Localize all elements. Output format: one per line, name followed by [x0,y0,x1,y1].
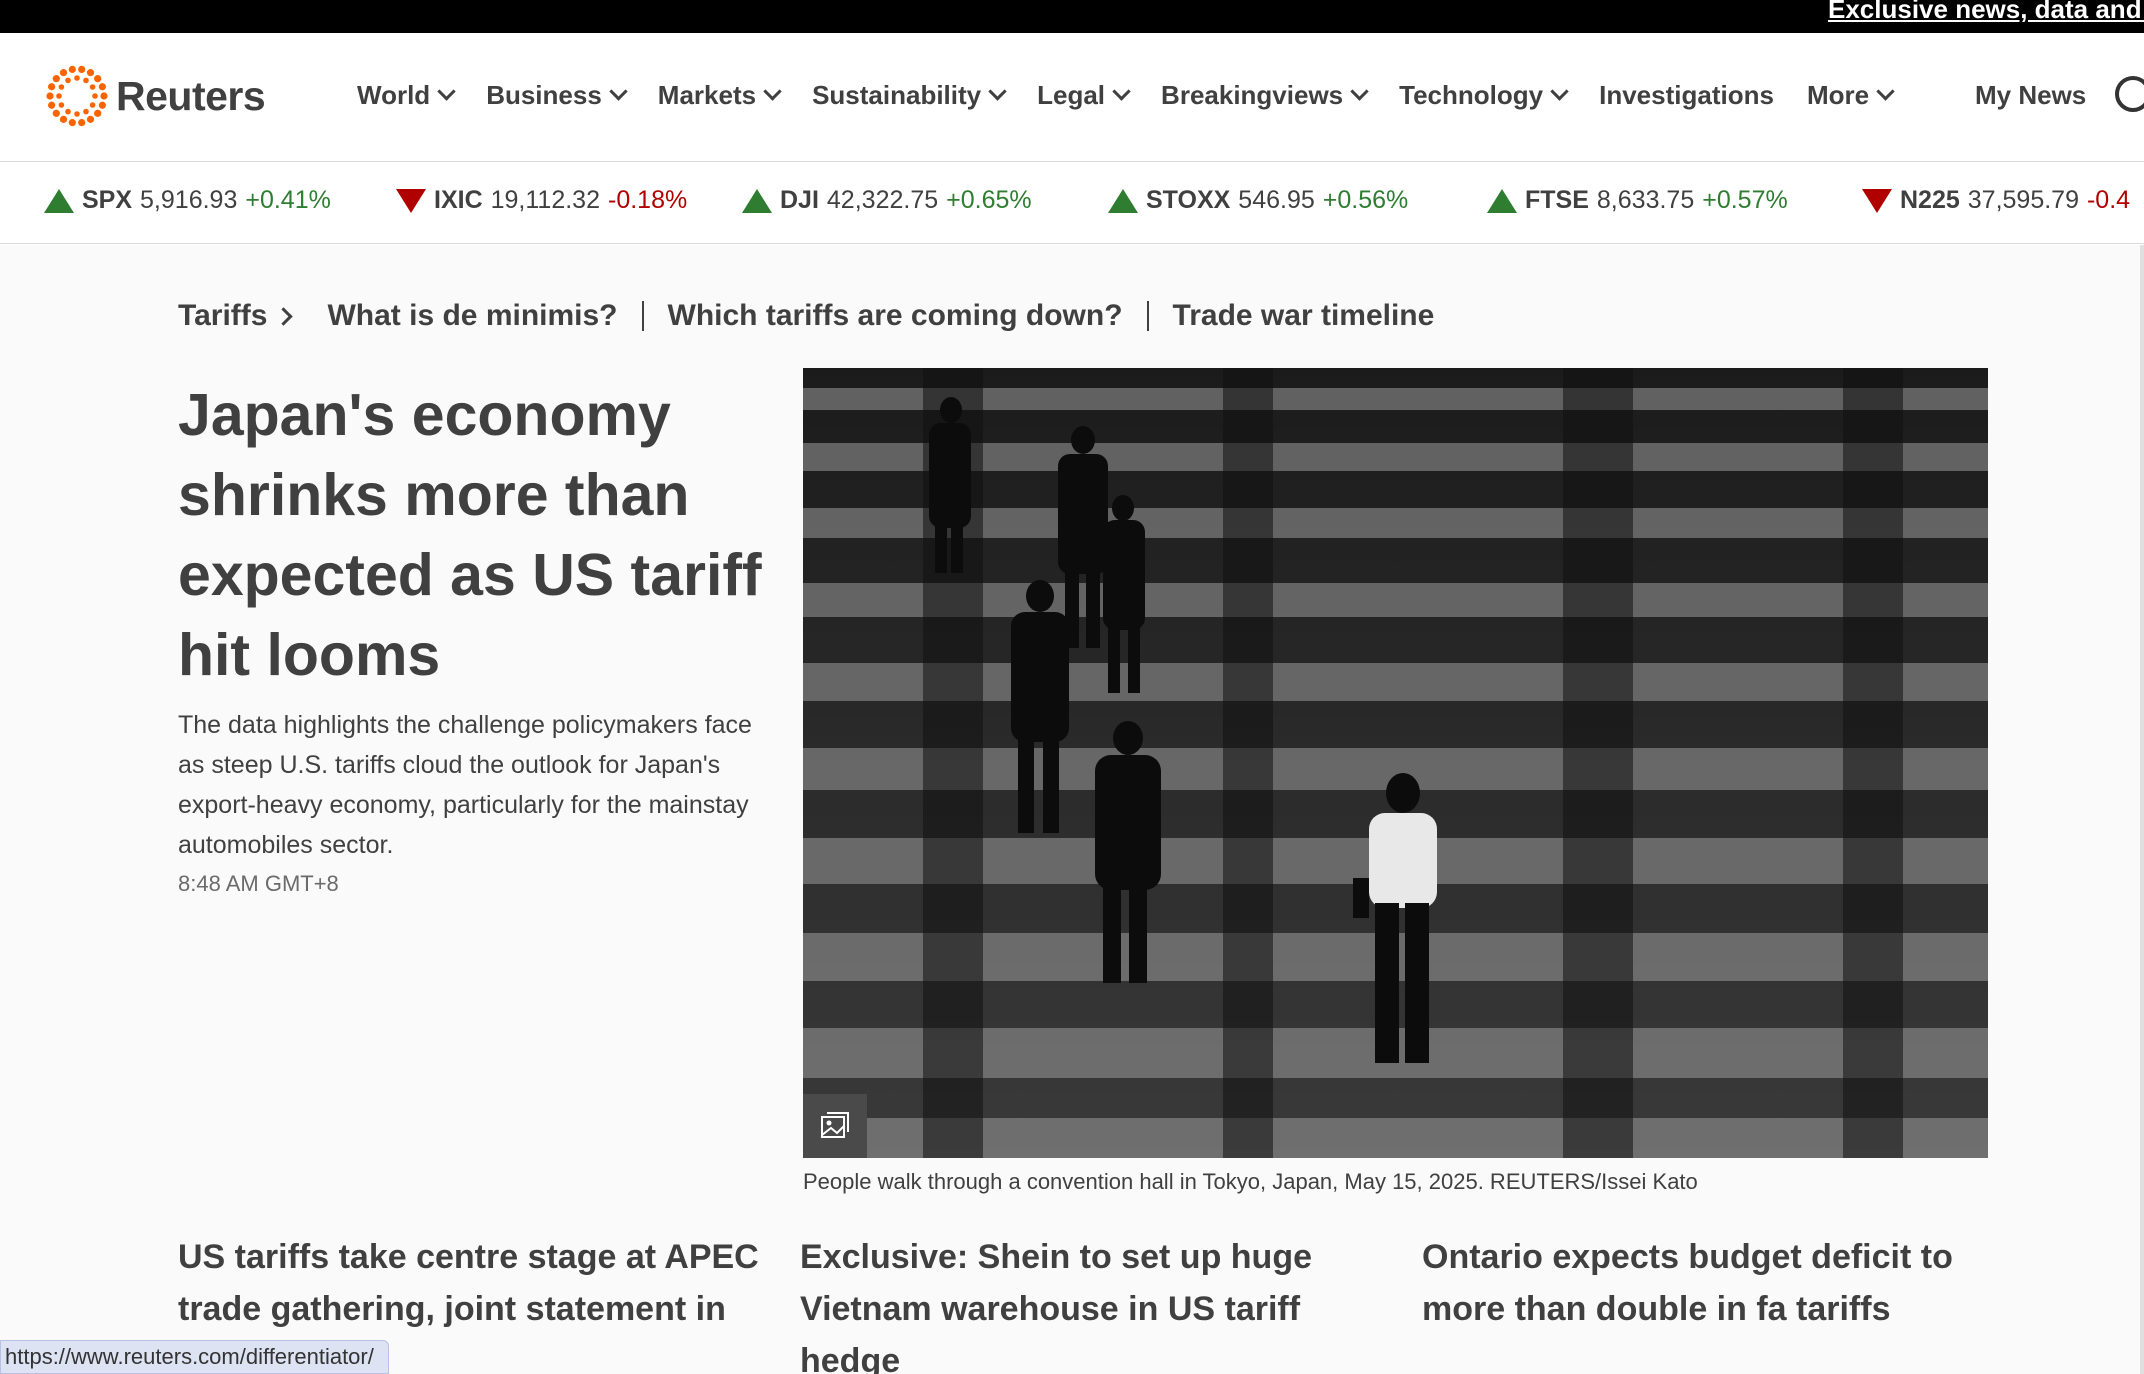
banner-link[interactable]: Exclusive news, data and analytics [1828,0,2144,25]
chevron-down-icon [988,82,1007,101]
story-headline[interactable]: Ontario expects budget deficit to more t… [1422,1231,1982,1335]
divider [1146,301,1149,331]
chevron-down-icon [1112,82,1131,101]
ticker-symbol: STOXX [1146,186,1231,214]
nav-item-label: Business [486,80,602,110]
ticker-value: 546.95 [1238,186,1315,214]
status-bar-url: https://www.reuters.com/differentiator/ [0,1340,389,1374]
topic-link-trade-war-timeline[interactable]: Trade war timeline [1173,299,1435,333]
nav-item-label: Investigations [1599,80,1774,110]
ticker-item-ftse[interactable]: FTSE 8,633.75 +0.57% [1487,186,1788,215]
nav-item-technology[interactable]: Technology [1399,80,1569,111]
reuters-logo[interactable]: Reuters [44,63,266,129]
my-news-link[interactable]: My News [1975,80,2086,111]
topic-row: Tariffs What is de minimis? Which tariff… [178,299,1434,333]
ticker-item-n225[interactable]: N225 37,595.79 -0.4 [1862,186,2130,215]
lead-headline[interactable]: Japan's economy shrinks more than expect… [178,375,778,695]
nav-item-sustainability[interactable]: Sustainability [812,80,1007,111]
nav-item-investigations[interactable]: Investigations [1599,80,1774,111]
arrow-down-icon [1862,188,1892,213]
chevron-down-icon [1876,82,1895,101]
chevron-down-icon [1550,82,1569,101]
ticker-symbol: FTSE [1525,186,1589,214]
story-headline[interactable]: Exclusive: Shein to set up huge Vietnam … [800,1231,1360,1374]
nav-item-label: More [1806,80,1870,110]
nav-item-more[interactable]: More [1806,80,1895,111]
chevron-down-icon [437,82,456,101]
nav-item-legal[interactable]: Legal [1037,80,1131,111]
nav-item-world[interactable]: World [357,80,456,111]
divider [641,301,644,331]
nav-item-markets[interactable]: Markets [657,80,782,111]
arrow-up-icon [742,188,772,213]
nav-item-breakingviews[interactable]: Breakingviews [1161,80,1369,111]
scrollbar-edge [2140,245,2144,1374]
ticker-symbol: N225 [1900,186,1960,214]
lead-photo-image [803,368,1988,1158]
nav-item-label: Breakingviews [1161,80,1344,110]
chevron-down-icon [609,82,628,101]
lead-timestamp: 8:48 AM GMT+8 [178,871,339,896]
gallery-icon[interactable] [803,1094,867,1158]
ticker-change: +0.57% [1702,186,1788,214]
lead-summary: The data highlights the challenge policy… [178,711,752,859]
market-ticker: SPX 5,916.93 +0.41% IXIC 19,112.32 -0.18% DJI 4… [0,161,2144,244]
ticker-change: -0.4 [2086,186,2131,214]
ticker-value: 8,633.75 [1596,186,1695,214]
arrow-down-icon [396,188,426,213]
nav-item-label: Sustainability [812,80,982,110]
ticker-item-stoxx[interactable]: STOXX 546.95 +0.56% [1108,186,1408,215]
chevron-down-icon [763,82,782,101]
nav-item-label: World [357,80,431,110]
topic-link-tariffs-coming-down[interactable]: Which tariffs are coming down? [668,299,1123,333]
ticker-value: 42,322.75 [826,186,939,214]
ticker-change: +0.65% [946,186,1032,214]
image-gallery-icon [821,1112,849,1138]
chevron-right-icon [274,306,294,326]
nav-item-label: Markets [657,80,757,110]
photo-caption: People walk through a convention hall in… [803,1169,1698,1194]
ticker-value: 5,916.93 [140,186,238,214]
search-icon[interactable] [2115,76,2144,112]
ticker-symbol: SPX [82,186,133,214]
logo-text: Reuters [116,72,266,119]
chevron-down-icon [1350,82,1369,101]
main-content: Tariffs What is de minimis? Which tariff… [0,245,2144,1374]
topic-label: Tariffs [178,299,268,332]
arrow-up-icon [1487,188,1517,213]
ticker-change: +0.56% [1322,186,1409,214]
top-banner: Exclusive news, data and analytics [0,0,2144,33]
arrow-up-icon [44,188,74,213]
ticker-symbol: IXIC [434,186,483,214]
nav-items: World Business Markets Sustainability Legal B… [357,80,1925,111]
nav-item-label: Technology [1399,80,1544,110]
main-nav: Reuters World Business Markets Sustainabili… [0,33,2144,161]
nav-item-business[interactable]: Business [486,80,628,111]
ticker-value: 19,112.32 [490,186,600,214]
ticker-item-ixic[interactable]: IXIC 19,112.32 -0.18% [396,186,687,215]
ticker-change: -0.18% [608,186,688,214]
reuters-logo-icon [46,65,108,127]
topic-tariffs[interactable]: Tariffs [178,299,294,333]
nav-item-label: Legal [1037,80,1106,110]
arrow-up-icon [1108,188,1138,213]
ticker-item-dji[interactable]: DJI 42,322.75 +0.65% [742,186,1032,215]
topic-link-de-minimis[interactable]: What is de minimis? [327,299,617,333]
ticker-item-spx[interactable]: SPX 5,916.93 +0.41% [44,186,331,215]
ticker-change: +0.41% [245,186,331,214]
ticker-value: 37,595.79 [1967,186,2079,214]
story-headline[interactable]: US tariffs take centre stage at APEC tra… [178,1231,768,1335]
ticker-symbol: DJI [780,186,819,214]
lead-photo[interactable] [803,368,1988,1158]
